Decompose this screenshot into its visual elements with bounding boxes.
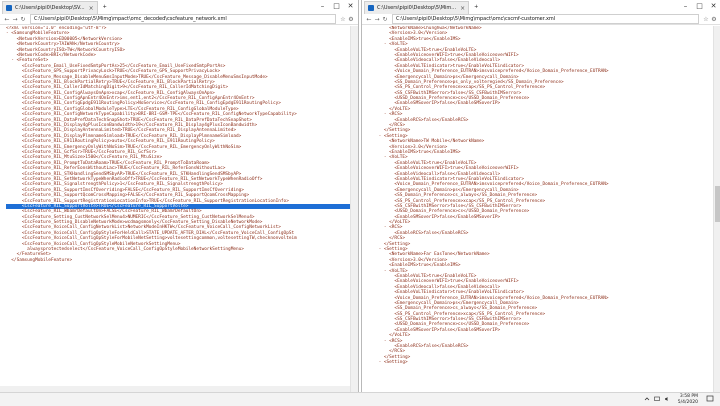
- volume-icon[interactable]: [664, 396, 670, 402]
- right-tab-title: C:\Users\pipi0\Desktop\5\Mim...: [377, 5, 457, 11]
- forward-arrow-icon[interactable]: →: [373, 16, 381, 23]
- left-browser-window: C:\Users\pipi0\Desktop\SV... × + – □ ✕ ←…: [0, 0, 359, 392]
- tab-close-icon[interactable]: ×: [460, 5, 465, 12]
- new-tab-button[interactable]: +: [99, 1, 110, 13]
- left-tab[interactable]: C:\Users\pipi0\Desktop\SV... ×: [2, 1, 98, 14]
- ie-favicon-icon: [368, 5, 374, 11]
- clock-date: 5/4/2020: [677, 399, 698, 405]
- right-tab-strip: C:\Users\pipi0\Desktop\5\Mim... × +: [364, 1, 483, 14]
- right-vertical-scrollbar[interactable]: [713, 26, 720, 392]
- left-window-buttons: – □ ✕: [314, 1, 356, 12]
- minimize-icon[interactable]: –: [317, 1, 328, 12]
- left-xml-document[interactable]: <?xml version="1.0" encoding="utf-8"?> - …: [0, 26, 350, 392]
- back-arrow-icon[interactable]: ←: [365, 16, 373, 23]
- favorites-star-icon[interactable]: ☆: [702, 16, 710, 23]
- left-tab-title: C:\Users\pipi0\Desktop\SV...: [15, 5, 85, 11]
- right-tab[interactable]: C:\Users\pipi0\Desktop\5\Mim... ×: [364, 1, 470, 14]
- taskbar: 3:58 PM 5/4/2020: [0, 392, 720, 406]
- left-vertical-scrollbar[interactable]: [350, 26, 358, 392]
- right-window-buttons: – □ ✕: [677, 1, 719, 12]
- refresh-icon[interactable]: ↻: [19, 16, 27, 23]
- chevron-up-icon[interactable]: [644, 396, 650, 402]
- network-icon[interactable]: [654, 396, 660, 402]
- taskbar-clock[interactable]: 3:58 PM 5/4/2020: [678, 394, 698, 405]
- right-browser-window: C:\Users\pipi0\Desktop\5\Mim... × + – □ …: [361, 0, 720, 392]
- minimize-icon[interactable]: –: [680, 1, 691, 12]
- settings-gear-icon[interactable]: ⚙: [347, 16, 355, 23]
- right-scroll-thumb[interactable]: [715, 186, 720, 222]
- forward-arrow-icon[interactable]: →: [11, 16, 19, 23]
- left-url-input[interactable]: C:\Users\pipi0\Desktop\5\Mimg\mpact\omc_…: [30, 14, 336, 24]
- new-tab-button[interactable]: +: [471, 1, 482, 13]
- close-icon[interactable]: ✕: [708, 1, 719, 12]
- xml-line[interactable]: </SamsungMobileFeature>: [6, 258, 350, 263]
- notification-icon[interactable]: [706, 395, 714, 403]
- clock-time: 3:58 PM: [679, 394, 698, 399]
- left-address-bar: ← → ↻ C:\Users\pipi0\Desktop\5\Mimg\mpac…: [0, 14, 358, 25]
- ie-favicon-icon: [6, 5, 12, 11]
- tab-close-icon[interactable]: ×: [89, 5, 94, 12]
- right-titlebar: C:\Users\pipi0\Desktop\5\Mim... × + – □ …: [362, 0, 720, 14]
- right-address-bar: ← → ↻ C:\Users\pipi0\Desktop\5\Mimg\mpac…: [362, 14, 720, 25]
- xml-line[interactable]: - <Setting>: [368, 360, 713, 365]
- maximize-icon[interactable]: □: [694, 1, 705, 12]
- maximize-icon[interactable]: □: [331, 1, 342, 12]
- left-tab-strip: C:\Users\pipi0\Desktop\SV... × +: [2, 1, 112, 14]
- back-arrow-icon[interactable]: ←: [3, 16, 11, 23]
- close-icon[interactable]: ✕: [345, 1, 356, 12]
- right-xml-document[interactable]: <NetworkName>Chunghwa</NetworkName> <Ver…: [362, 26, 713, 392]
- settings-gear-icon[interactable]: ⚙: [710, 16, 718, 23]
- right-url-input[interactable]: C:\Users\pipi0\Desktop\5\Mimg\mpact\omc\…: [392, 14, 699, 24]
- favorites-star-icon[interactable]: ☆: [339, 16, 347, 23]
- refresh-icon[interactable]: ↻: [381, 16, 389, 23]
- left-titlebar: C:\Users\pipi0\Desktop\SV... × + – □ ✕: [0, 0, 358, 14]
